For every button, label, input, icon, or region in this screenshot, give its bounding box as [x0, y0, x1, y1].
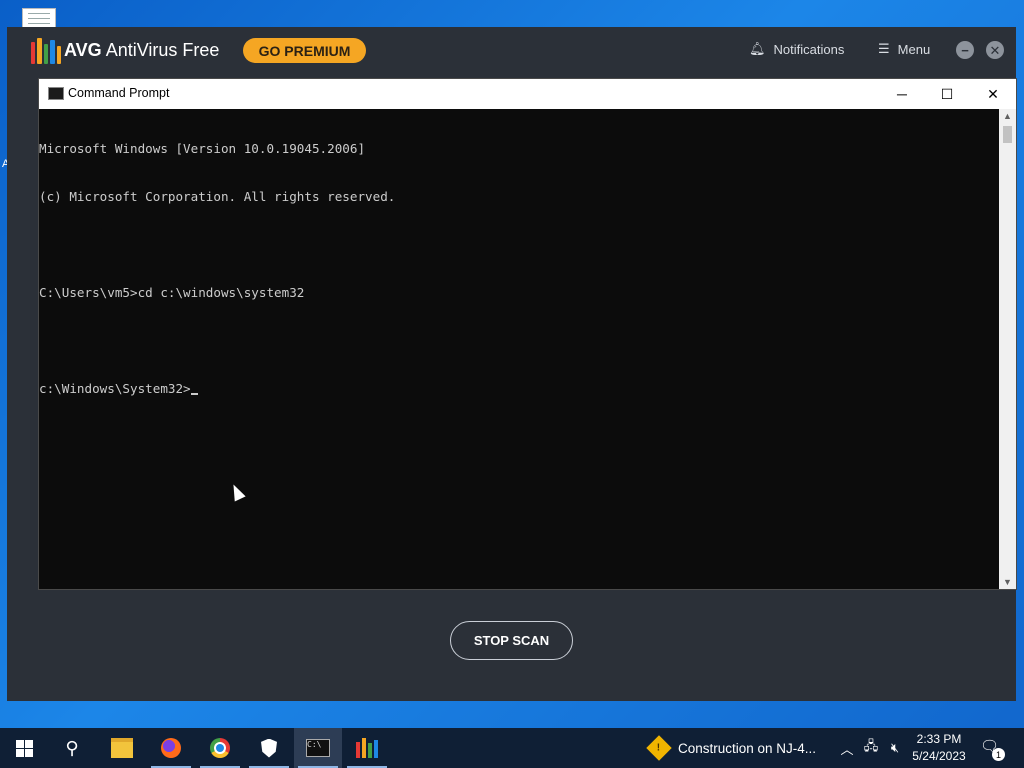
- avg-minimize-button[interactable]: −: [956, 41, 974, 59]
- taskbar-chrome[interactable]: [196, 728, 244, 768]
- cmd-app-icon: [48, 87, 64, 100]
- hamburger-icon: ☰: [878, 41, 890, 56]
- taskbar-firefox[interactable]: [147, 728, 195, 768]
- action-center-icon[interactable]: 🗨︎ 1: [980, 737, 1005, 761]
- firefox-icon: [161, 738, 181, 758]
- taskbar: ⚲ C:\ ! Construction on NJ-4... ︿ 🖧︎ 🔇︎ …: [0, 728, 1024, 768]
- command-prompt-window[interactable]: Command Prompt ─ ☐ ✕ Microsoft Windows […: [39, 79, 1016, 589]
- avg-close-button[interactable]: ✕: [986, 41, 1004, 59]
- cmd-maximize-button[interactable]: ☐: [924, 79, 970, 109]
- console-line: Microsoft Windows [Version 10.0.19045.20…: [39, 141, 366, 156]
- notification-count-badge: 1: [992, 748, 1005, 761]
- cmd-icon: C:\: [306, 739, 330, 757]
- start-button[interactable]: [0, 728, 48, 768]
- scroll-thumb[interactable]: [1003, 126, 1012, 143]
- console-line: (c) Microsoft Corporation. All rights re…: [39, 189, 396, 204]
- cmd-minimize-button[interactable]: ─: [879, 79, 925, 109]
- clock-time: 2:33 PM: [916, 732, 962, 746]
- notifications-label: Notifications: [773, 41, 845, 57]
- avg-icon: [356, 738, 378, 758]
- notifications-button[interactable]: 🔔︎ Notifications: [749, 41, 844, 57]
- shield-icon: [261, 738, 277, 758]
- console-prompt-line: c:\Windows\System32>: [39, 381, 999, 397]
- cmd-titlebar[interactable]: Command Prompt ─ ☐ ✕: [39, 79, 1016, 109]
- traffic-warning-icon: !: [646, 735, 672, 761]
- cmd-console-output[interactable]: Microsoft Windows [Version 10.0.19045.20…: [39, 109, 999, 589]
- bell-icon: 🔔︎: [749, 41, 766, 56]
- search-icon: ⚲: [65, 737, 79, 758]
- cmd-close-button[interactable]: ✕: [970, 79, 1016, 109]
- network-icon[interactable]: 🖧︎: [860, 728, 882, 768]
- show-hidden-icons-chevron-icon[interactable]: ︿: [838, 728, 856, 768]
- console-line: C:\Users\vm5>cd c:\windows\system32: [39, 285, 305, 300]
- go-premium-button[interactable]: GO PREMIUM: [243, 38, 366, 63]
- stop-scan-button[interactable]: STOP SCAN: [450, 621, 573, 660]
- system-clock[interactable]: 2:33 PM 5/24/2023: [906, 731, 972, 765]
- taskbar-file-explorer[interactable]: [98, 728, 146, 768]
- cmd-window-title: Command Prompt: [68, 86, 170, 100]
- avg-product-name: AVG AntiVirus Free: [64, 40, 220, 60]
- taskbar-command-prompt[interactable]: C:\: [294, 728, 342, 768]
- taskbar-windows-security[interactable]: [245, 728, 293, 768]
- search-button[interactable]: ⚲: [48, 728, 96, 768]
- news-widget[interactable]: ! Construction on NJ-4...: [646, 728, 817, 768]
- windows-logo-icon: [15, 739, 33, 757]
- chrome-icon: [210, 738, 230, 758]
- avg-logo-icon: [31, 36, 62, 64]
- console-prompt: c:\Windows\System32>: [39, 381, 191, 396]
- scroll-up-arrow-icon[interactable]: ▲: [999, 109, 1016, 123]
- volume-muted-icon[interactable]: 🔇︎: [884, 728, 906, 768]
- cmd-vertical-scrollbar[interactable]: ▲ ▼: [999, 109, 1016, 589]
- scroll-down-arrow-icon[interactable]: ▼: [999, 575, 1016, 589]
- clock-date: 5/24/2023: [912, 749, 966, 763]
- menu-button[interactable]: ☰ Menu: [878, 41, 930, 57]
- avg-header: AVG AntiVirus Free GO PREMIUM 🔔︎ Notific…: [7, 27, 1016, 75]
- text-cursor: [190, 393, 198, 395]
- menu-label: Menu: [897, 41, 931, 57]
- folder-icon: [111, 738, 133, 758]
- taskbar-avg[interactable]: [343, 728, 391, 768]
- news-headline: Construction on NJ-4...: [678, 740, 817, 756]
